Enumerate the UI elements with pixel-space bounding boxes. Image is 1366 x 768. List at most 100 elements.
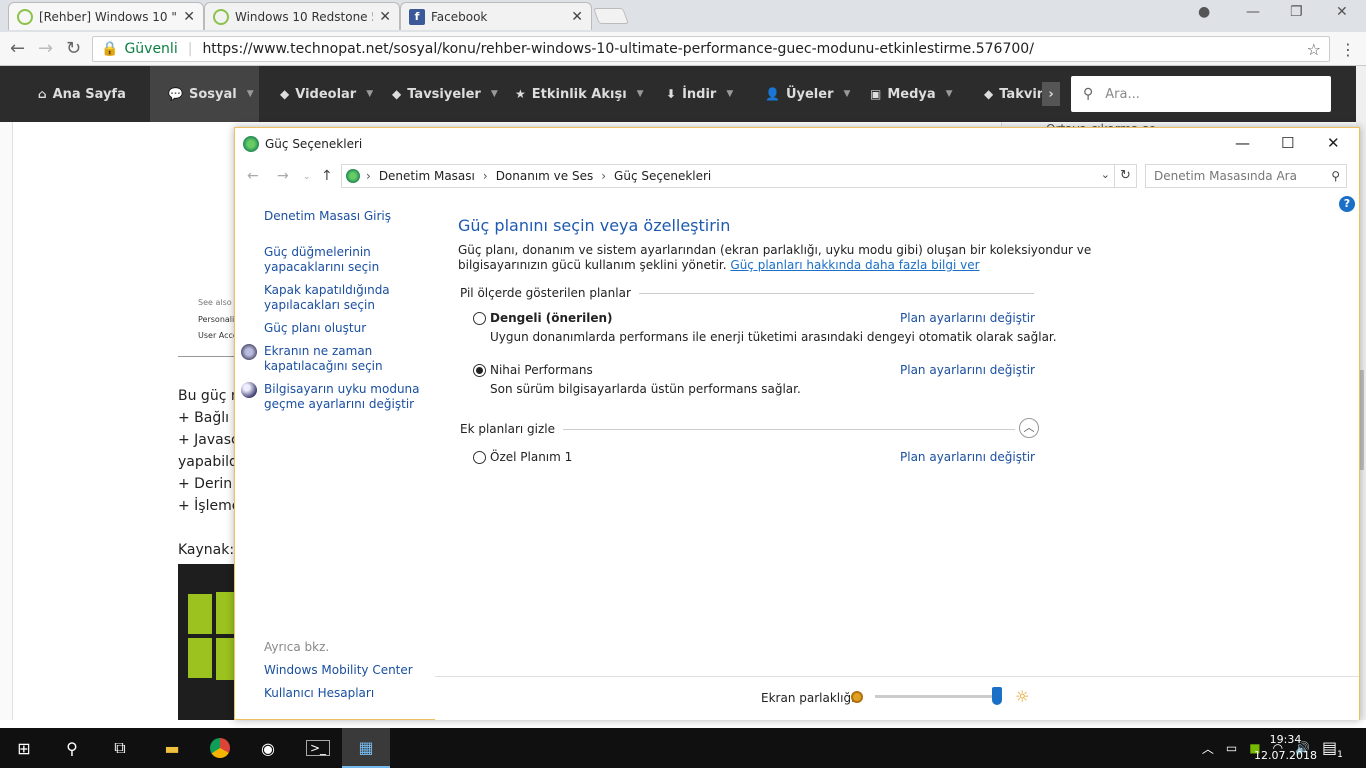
nav-ana-sayfa[interactable]: ⌂ Ana Sayfa: [38, 66, 126, 122]
nav-etkinlik[interactable]: ★ Etkinlik Akışı ▼: [515, 66, 644, 122]
restore-icon[interactable]: ❐: [1290, 4, 1303, 20]
nav-sosyal[interactable]: 💬 Sosyal ▼: [150, 66, 259, 122]
change-plan-settings-link[interactable]: Plan ayarlarını değiştir: [900, 363, 1035, 377]
refresh-button[interactable]: ↻: [1115, 164, 1137, 188]
address-bar[interactable]: 🔒 Güvenli | https://www.technopat.net/so…: [92, 36, 1330, 62]
plan-name[interactable]: Nihai Performans: [490, 363, 593, 377]
source-label: Kaynak:: [178, 542, 235, 558]
tab-rehber[interactable]: [Rehber] Windows 10 "Ul ✕: [8, 2, 204, 30]
display-off-link[interactable]: Ekranın ne zaman kapatılacağını seçin: [264, 344, 383, 374]
divider: [638, 292, 1034, 294]
caret-icon[interactable]: ▼: [366, 89, 373, 99]
breadcrumb-item[interactable]: Donanım ve Ses: [496, 169, 594, 183]
steam-button[interactable]: ◉: [244, 728, 292, 768]
power-buttons-link[interactable]: Güç düğmelerinin yapacaklarını seçin: [264, 245, 379, 275]
caret-icon[interactable]: ▼: [726, 89, 733, 99]
close-icon[interactable]: ✕: [183, 9, 195, 25]
close-window-icon[interactable]: ✕: [1336, 4, 1348, 20]
learn-more-link[interactable]: Güç planları hakkında daha fazla bilgi v…: [730, 258, 979, 272]
section-title: Pil ölçerde gösterilen planlar: [460, 286, 631, 300]
explorer-address-row: ← → ⌄ ↑ › Denetim Masası › Donanım ve Se…: [235, 164, 1359, 190]
chevron-down-icon[interactable]: ⌄: [1101, 168, 1110, 181]
nav-indir[interactable]: ⬇ İndir ▼: [666, 66, 733, 122]
tab-facebook[interactable]: f Facebook ✕: [400, 2, 592, 30]
search-button[interactable]: ⚲: [48, 728, 96, 768]
section-title[interactable]: Ek planları gizle: [460, 422, 555, 436]
control-panel-home-link[interactable]: Denetim Masası Giriş: [264, 209, 391, 224]
start-button[interactable]: ⊞: [0, 728, 48, 768]
windows-icon: ⊞: [17, 738, 31, 758]
plan-name[interactable]: Dengeli (önerilen): [490, 311, 613, 325]
caret-icon[interactable]: ▼: [843, 89, 850, 99]
reload-icon[interactable]: ↻: [66, 38, 81, 59]
control-panel-icon: [346, 169, 360, 183]
forward-icon[interactable]: →: [277, 168, 289, 184]
plan-name[interactable]: Özel Planım 1: [490, 450, 572, 464]
window-titlebar[interactable]: Güç Seçenekleri — ☐ ✕: [235, 128, 1359, 160]
plan-radio[interactable]: [473, 312, 486, 325]
battery-icon[interactable]: ▭: [1226, 741, 1237, 755]
taskbar-clock[interactable]: 19:34 12.07.2018: [1254, 732, 1317, 764]
profile-icon[interactable]: ●: [1198, 4, 1210, 20]
mobility-center-link[interactable]: Windows Mobility Center: [264, 663, 413, 678]
back-icon[interactable]: ←: [10, 38, 25, 59]
menu-icon[interactable]: ⋮: [1340, 40, 1356, 59]
help-button[interactable]: ?: [1339, 196, 1355, 212]
caret-icon[interactable]: ▼: [491, 89, 498, 99]
caret-icon[interactable]: ▼: [637, 89, 644, 99]
nav-scroll-right[interactable]: ›: [1042, 82, 1060, 106]
sleep-settings-link[interactable]: Bilgisayarın uyku moduna geçme ayarların…: [264, 382, 420, 412]
power-icon: [213, 8, 229, 25]
file-explorer-button[interactable]: ▬: [148, 728, 196, 768]
chrome-button[interactable]: [196, 728, 244, 768]
control-panel-search[interactable]: Denetim Masasında Ara ⚲: [1145, 164, 1347, 188]
tag-icon: ◆: [392, 87, 402, 101]
close-icon[interactable]: ✕: [379, 9, 391, 25]
nav-uyeler[interactable]: 👤 Üyeler ▼: [765, 66, 850, 122]
notification-icon[interactable]: ▤1: [1322, 738, 1343, 760]
control-panel-taskbar-button[interactable]: ▦: [342, 728, 390, 768]
user-accounts-link[interactable]: Kullanıcı Hesapları: [264, 686, 374, 701]
nav-medya[interactable]: ▣ Medya ▼: [870, 66, 953, 122]
chevron-right-icon[interactable]: ›: [366, 169, 371, 183]
nav-tavsiyeler[interactable]: ◆ Tavsiyeler ▼: [392, 66, 498, 122]
star-icon[interactable]: ☆: [1307, 40, 1321, 59]
create-plan-link[interactable]: Güç planı oluştur: [264, 321, 366, 336]
plan-radio-selected[interactable]: [473, 364, 486, 377]
caret-icon[interactable]: ▼: [247, 89, 254, 99]
chevron-right-icon[interactable]: ›: [601, 169, 606, 183]
new-tab-button[interactable]: [593, 8, 629, 24]
collapse-icon[interactable]: ︿: [1019, 418, 1039, 438]
minimize-icon[interactable]: —: [1246, 4, 1260, 20]
chrome-icon: [210, 738, 230, 758]
nav-videolar[interactable]: ◆ Videolar ▼: [280, 66, 373, 122]
maximize-icon[interactable]: ☐: [1281, 134, 1294, 152]
breadcrumb[interactable]: › Denetim Masası › Donanım ve Ses › Güç …: [341, 164, 1115, 188]
forward-icon[interactable]: →: [38, 38, 53, 59]
chevron-up-icon[interactable]: ︿: [1202, 740, 1214, 757]
caret-icon[interactable]: ▼: [946, 89, 953, 99]
minimize-icon[interactable]: —: [1235, 134, 1250, 152]
breadcrumb-item[interactable]: Denetim Masası: [379, 169, 475, 183]
brightness-slider-thumb[interactable]: [991, 687, 1002, 705]
up-icon[interactable]: ↑: [321, 168, 333, 184]
chevron-right-icon[interactable]: ›: [483, 169, 488, 183]
recent-dropdown-icon[interactable]: ⌄: [303, 172, 311, 182]
site-search-input[interactable]: ⚲ Ara...: [1071, 76, 1331, 112]
back-icon[interactable]: ←: [247, 168, 259, 184]
nav-takvim[interactable]: ◆ Takvim: [984, 66, 1042, 122]
notification-count: 1: [1337, 750, 1343, 761]
plan-radio[interactable]: [473, 451, 486, 464]
terminal-button[interactable]: >_: [294, 728, 342, 768]
task-view-button[interactable]: ⧉: [96, 728, 144, 768]
change-plan-settings-link[interactable]: Plan ayarlarını değiştir: [900, 311, 1035, 325]
close-icon[interactable]: ✕: [1327, 134, 1340, 152]
url-text[interactable]: https://www.technopat.net/sosyal/konu/re…: [202, 41, 1306, 57]
breadcrumb-item[interactable]: Güç Seçenekleri: [614, 169, 711, 183]
display-clock-icon: [241, 344, 257, 360]
lid-close-link[interactable]: Kapak kapatıldığında yapılacakları seçin: [264, 283, 390, 313]
tab-redstone[interactable]: Windows 10 Redstone 5 T ✕: [204, 2, 400, 30]
close-icon[interactable]: ✕: [571, 9, 583, 25]
brightness-slider[interactable]: [875, 695, 999, 698]
change-plan-settings-link[interactable]: Plan ayarlarını değiştir: [900, 450, 1035, 464]
